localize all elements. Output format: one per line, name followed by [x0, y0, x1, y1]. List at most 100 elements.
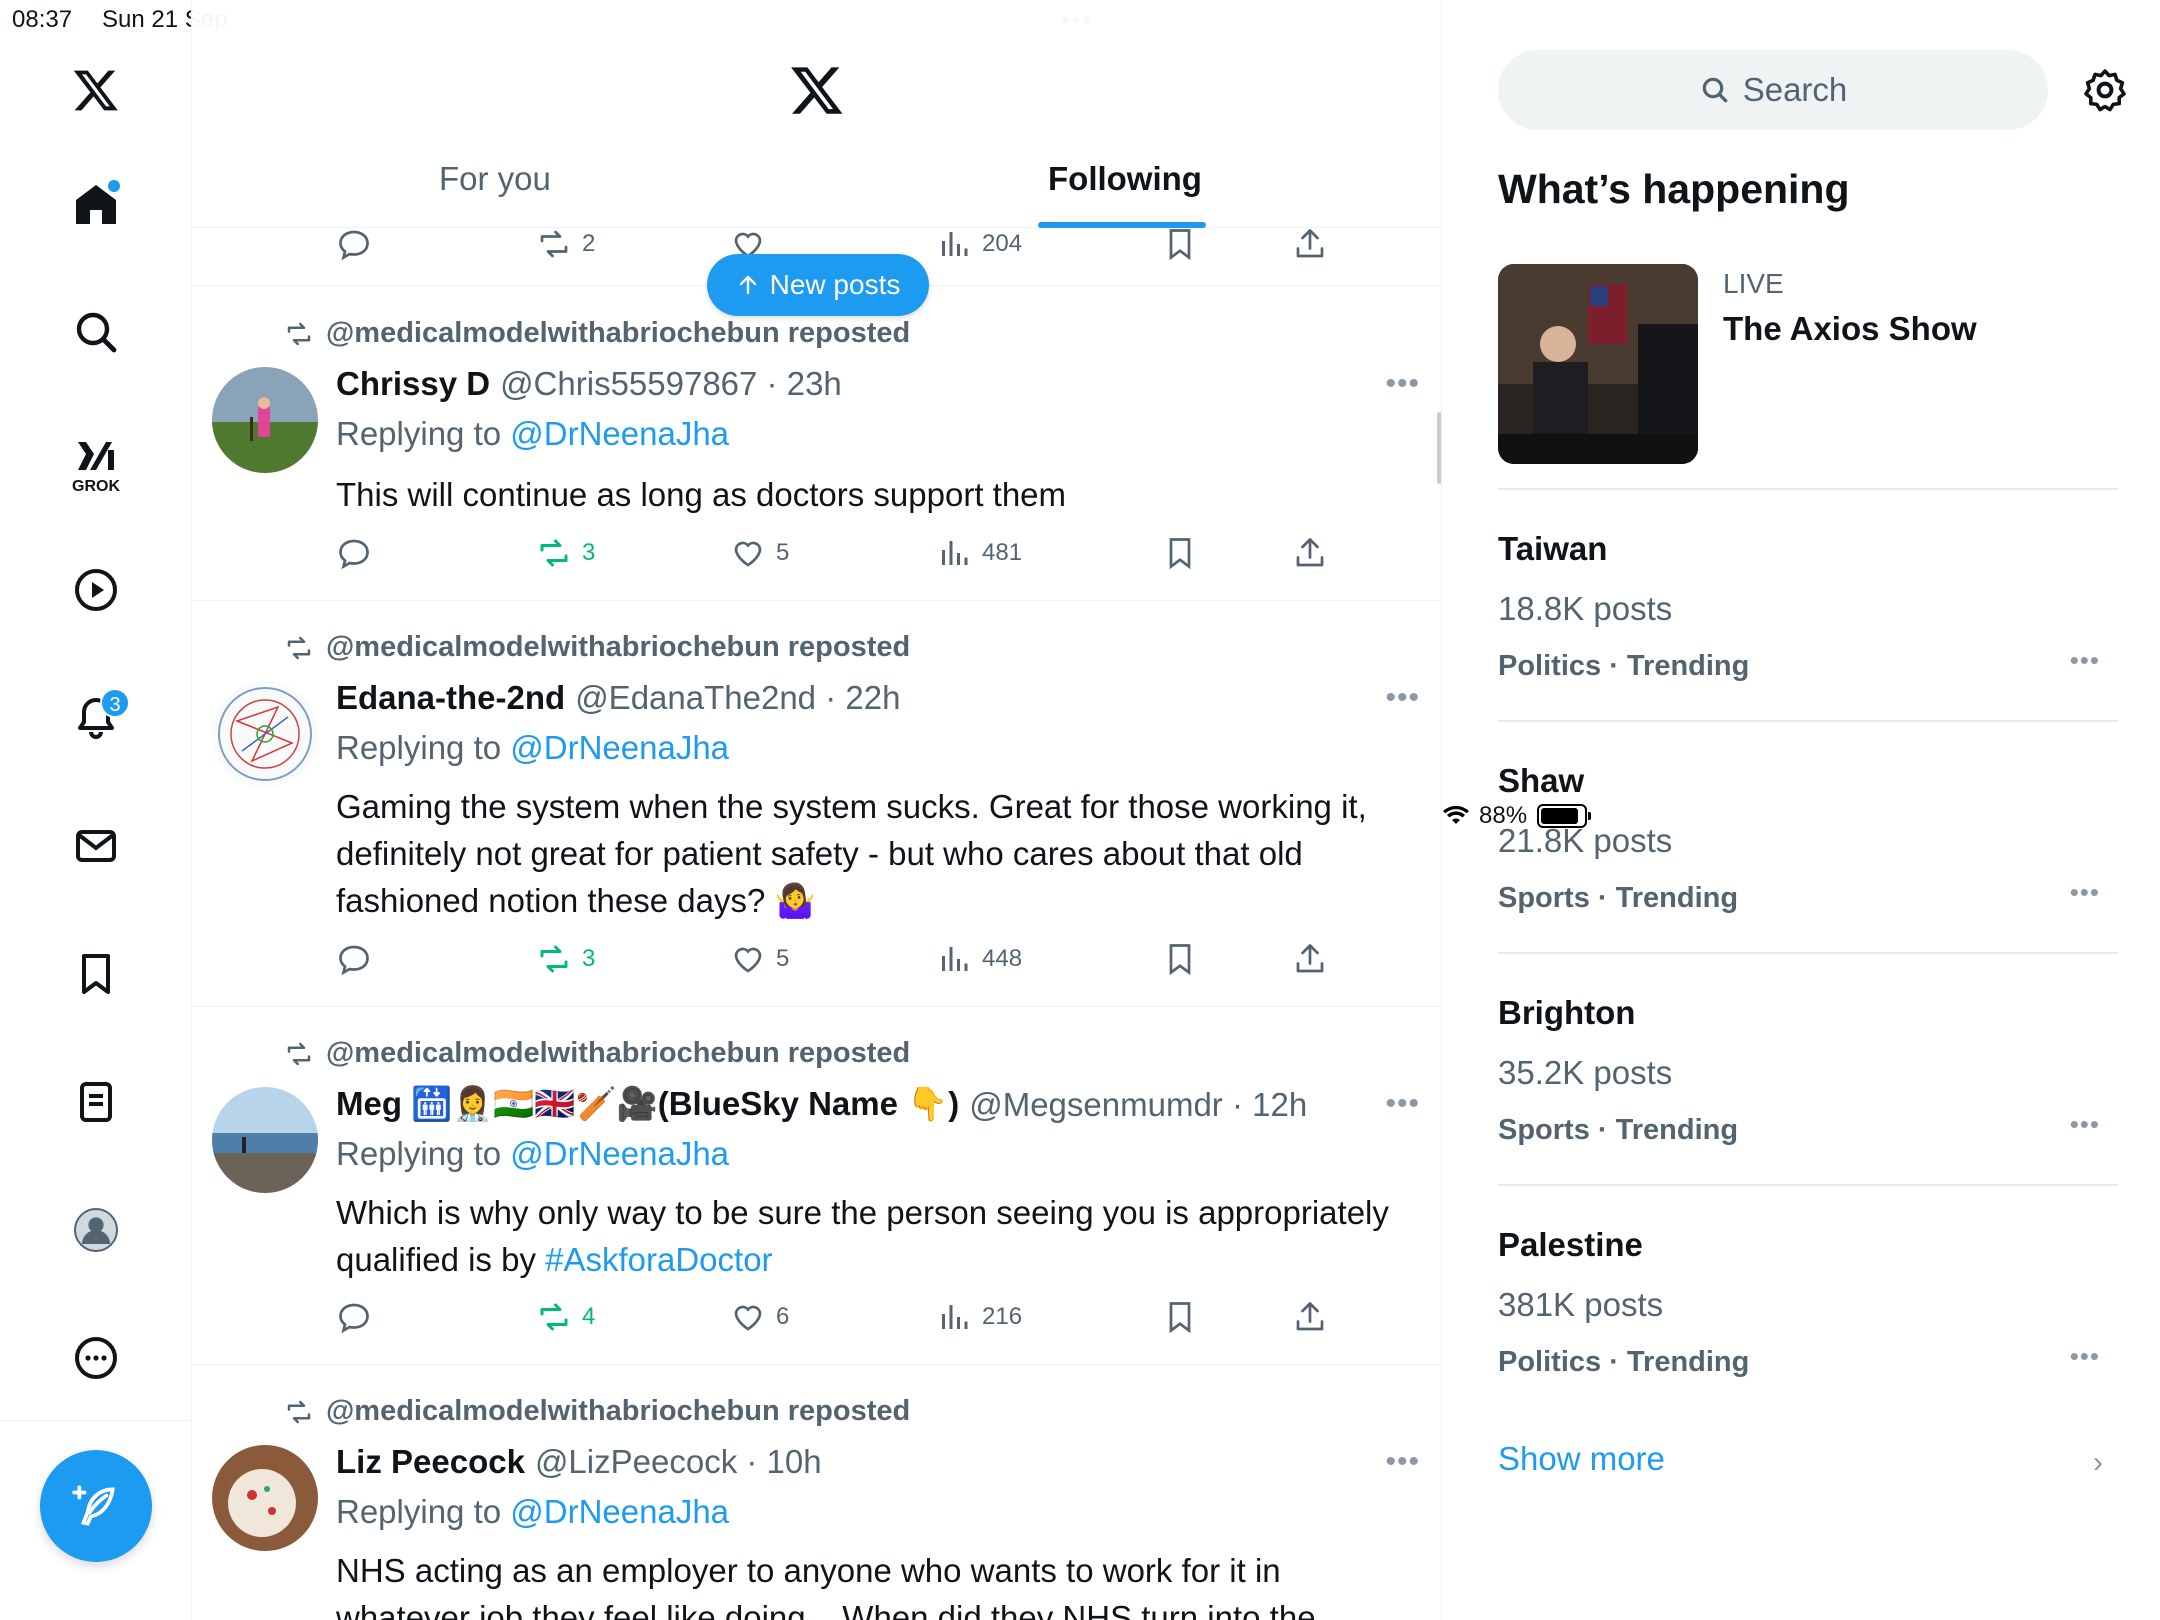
repost-button[interactable]: 2 — [536, 226, 595, 262]
trend-item[interactable]: Shaw 21.8K posts Sports · Trending ••• — [1498, 762, 2118, 914]
avatar[interactable] — [212, 367, 318, 473]
search-input[interactable]: Search — [1498, 50, 2048, 130]
author-handle[interactable]: @LizPeecock · 10h — [535, 1443, 822, 1481]
heart-icon — [734, 1305, 762, 1331]
tweet[interactable]: @medicalmodelwithabriochebun reposted Ed… — [192, 601, 1441, 1007]
like-button[interactable]: 5 — [730, 941, 789, 977]
repost-icon — [540, 945, 568, 973]
author-handle[interactable]: @EdanaThe2nd · 22h — [575, 679, 900, 717]
trend-item[interactable]: Palestine 381K posts Politics · Trending… — [1498, 1226, 2118, 1378]
like-button[interactable]: 6 — [730, 1299, 789, 1335]
compose-post-button[interactable] — [40, 1450, 152, 1562]
reply-button[interactable] — [336, 535, 372, 571]
video-play-icon[interactable] — [60, 554, 132, 626]
trend-item[interactable]: Brighton 35.2K posts Sports · Trending •… — [1498, 994, 2118, 1146]
share-button[interactable] — [1292, 535, 1328, 571]
live-thumbnail[interactable] — [1498, 264, 1698, 464]
whats-happening-heading: What’s happening — [1498, 166, 1850, 212]
x-logo-icon[interactable] — [789, 62, 845, 118]
replying-to-link[interactable]: @DrNeenaJha — [510, 729, 729, 766]
author-handle[interactable]: @Megsenmumdr · 12h — [969, 1086, 1307, 1124]
repost-count: 2 — [582, 230, 596, 257]
tweet-more-icon[interactable]: ••• — [1385, 367, 1420, 401]
new-posts-button[interactable]: New posts — [707, 254, 929, 316]
tab-following[interactable]: Following — [1048, 160, 1202, 198]
tweet-more-icon[interactable]: ••• — [1385, 1445, 1420, 1479]
arrow-up-icon — [739, 275, 756, 295]
tweet[interactable]: @medicalmodelwithabriochebun reposted Me… — [192, 1007, 1441, 1365]
avatar[interactable] — [212, 1445, 318, 1551]
repost-context: @medicalmodelwithabriochebun reposted — [284, 317, 910, 350]
search-icon[interactable] — [60, 296, 132, 368]
replying-to: Replying to @DrNeenaJha — [336, 415, 730, 452]
bookmark-button[interactable] — [1162, 535, 1198, 571]
tweet-more-icon[interactable]: ••• — [1385, 681, 1420, 715]
trend-more-icon[interactable]: ••• — [2070, 1341, 2100, 1372]
settings-gear-icon[interactable] — [2081, 66, 2129, 114]
avatar[interactable] — [212, 681, 318, 787]
views-button[interactable]: 216 — [936, 1299, 1022, 1335]
tweet-actions: 4 6 216 — [336, 1299, 1336, 1343]
tweet-more-icon[interactable]: ••• — [1385, 1087, 1420, 1121]
bookmark-button[interactable] — [1162, 1299, 1198, 1335]
tweet-header: Edana-the-2nd @EdanaThe2nd · 22h — [336, 679, 900, 717]
trend-more-icon[interactable]: ••• — [2070, 645, 2100, 676]
author-name[interactable]: Chrissy D — [336, 365, 490, 403]
nav-divider — [0, 1420, 192, 1421]
author-handle[interactable]: @Chris55597867 · 23h — [500, 365, 842, 403]
trend-item[interactable]: Taiwan 18.8K posts Politics · Trending •… — [1498, 530, 2118, 682]
repost-button[interactable]: 3 — [536, 941, 595, 977]
bookmark-button[interactable] — [1162, 226, 1198, 262]
scroll-indicator[interactable] — [1437, 412, 1441, 484]
live-title[interactable]: The Axios Show — [1723, 310, 1977, 348]
tweet[interactable]: @medicalmodelwithabriochebun reposted Li… — [192, 1365, 1441, 1620]
views-bar-icon — [942, 541, 968, 565]
left-nav: GROK 3 — [0, 0, 192, 1620]
lists-icon[interactable] — [60, 1066, 132, 1138]
home-icon[interactable] — [60, 168, 132, 240]
repost-icon — [287, 1042, 311, 1065]
reply-button[interactable] — [336, 226, 372, 262]
tab-for-you[interactable]: For you — [439, 160, 551, 198]
active-tab-indicator — [1038, 222, 1206, 228]
views-button[interactable]: 481 — [936, 535, 1022, 571]
show-more-link[interactable]: Show more — [1498, 1440, 1665, 1478]
repost-button[interactable]: 3 — [536, 535, 595, 571]
trend-name: Palestine — [1498, 1226, 1643, 1263]
views-button[interactable]: 448 — [936, 941, 1022, 977]
author-name[interactable]: Edana-the-2nd — [336, 679, 565, 717]
bookmarks-icon[interactable] — [60, 938, 132, 1010]
share-button[interactable] — [1292, 226, 1328, 262]
repost-button[interactable]: 4 — [536, 1299, 595, 1335]
x-logo-icon[interactable] — [60, 54, 132, 126]
replying-to-link[interactable]: @DrNeenaJha — [510, 415, 729, 452]
tweet[interactable]: @medicalmodelwithabriochebun reposted Ch… — [192, 287, 1441, 601]
author-name[interactable]: Liz Peecock — [336, 1443, 525, 1481]
trend-more-icon[interactable]: ••• — [2070, 877, 2100, 908]
avatar[interactable] — [212, 1087, 318, 1193]
repost-context: @medicalmodelwithabriochebun reposted — [284, 631, 910, 664]
reply-button[interactable] — [336, 1299, 372, 1335]
share-button[interactable] — [1292, 1299, 1328, 1335]
replying-to-link[interactable]: @DrNeenaJha — [510, 1135, 729, 1172]
repost-count: 4 — [582, 1303, 596, 1330]
messages-envelope-icon[interactable] — [60, 810, 132, 882]
reply-button[interactable] — [336, 941, 372, 977]
trend-more-icon[interactable]: ••• — [2070, 1109, 2100, 1140]
views-bar-icon — [942, 232, 968, 256]
views-button[interactable]: 204 — [936, 226, 1022, 262]
share-icon — [1296, 944, 1324, 973]
more-options-icon[interactable] — [60, 1322, 132, 1394]
share-button[interactable] — [1292, 941, 1328, 977]
profile-avatar-icon[interactable] — [60, 1194, 132, 1266]
grok-label: GROK — [72, 478, 120, 495]
bookmark-button[interactable] — [1162, 941, 1198, 977]
replying-to-link[interactable]: @DrNeenaJha — [510, 1493, 729, 1530]
repost-icon — [540, 230, 568, 258]
hashtag-link[interactable]: #AskforaDoctor — [545, 1241, 772, 1278]
author-name[interactable]: Meg 🛗👩‍⚕️🇮🇳🇬🇧🏏🎥(BlueSky Name 👇) — [336, 1085, 959, 1124]
chevron-right-icon: › — [2093, 1446, 2103, 1479]
tweet-text: NHS acting as an employer to anyone who … — [336, 1552, 1316, 1620]
notifications-bell-icon[interactable]: 3 — [60, 682, 132, 754]
like-button[interactable]: 5 — [730, 535, 789, 571]
